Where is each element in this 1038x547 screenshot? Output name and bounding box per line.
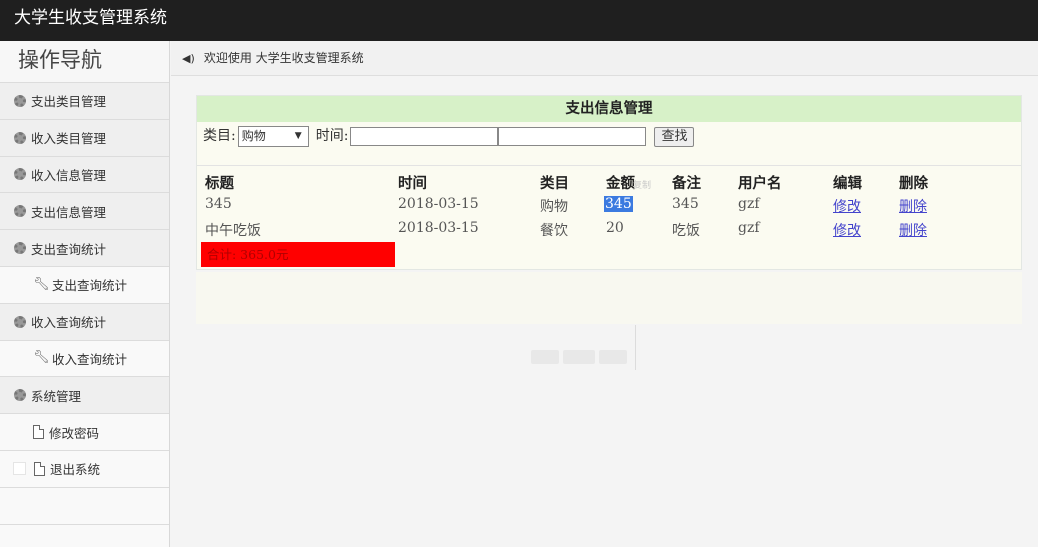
delete-link[interactable]: 删除	[899, 196, 927, 216]
sidebar-item-label: 支出信息管理	[31, 204, 107, 220]
sidebar-item-label: 退出系统	[50, 462, 101, 478]
sidebar-subitem-change-password[interactable]: 修改密码	[0, 414, 169, 451]
file-icon	[34, 461, 45, 476]
search-button[interactable]: 查找	[654, 127, 695, 147]
cell-title: 中午吃饭	[205, 223, 261, 239]
sidebar-item-label: 修改密码	[49, 425, 100, 441]
chevron-down-icon: ▼	[294, 131, 302, 141]
category-label: 类目:	[203, 128, 236, 144]
cell-note: 345	[672, 196, 699, 212]
sidebar: 操作导航 支出类目管理 收入类目管理 收入信息管理 支出信息管理 支出查询统计 …	[0, 41, 170, 547]
file-icon	[33, 425, 44, 440]
delete-link[interactable]: 删除	[899, 220, 927, 240]
header-category: 类目	[540, 175, 569, 192]
edit-link[interactable]: 修改	[833, 196, 861, 216]
header-amount: 金额	[606, 175, 635, 192]
cell-username: gzf	[738, 196, 760, 212]
end-date-input[interactable]	[498, 127, 647, 146]
sidebar-item-label: 支出查询统计	[31, 241, 107, 257]
start-date-input[interactable]	[350, 127, 499, 146]
sidebar-item-label: 支出查询统计	[52, 278, 128, 294]
gear-icon	[14, 205, 26, 218]
sidebar-subitem-logout[interactable]: 退出系统	[0, 450, 169, 488]
header-title: 标题	[205, 175, 234, 192]
category-select[interactable]: 购物 ▼	[237, 126, 309, 147]
checkbox-ghost	[13, 462, 26, 476]
sidebar-item-label: 收入类目管理	[31, 131, 107, 147]
header-time: 时间	[398, 175, 427, 192]
total-summary: 合计: 365.0元	[201, 242, 395, 267]
sidebar-item-label: 收入查询统计	[31, 315, 107, 331]
cell-username: gzf	[738, 220, 760, 236]
cell-category: 购物	[540, 199, 568, 215]
sidebar-item-label: 系统管理	[31, 388, 82, 404]
sidebar-ghost-item	[0, 524, 169, 547]
sidebar-item-income-info[interactable]: 收入信息管理	[0, 156, 169, 194]
ghost-divider	[635, 325, 636, 370]
wrench-icon: 🔧︎	[33, 350, 50, 366]
copy-tooltip-ghost: 复制	[633, 181, 652, 191]
cell-time: 2018-03-15	[398, 196, 479, 212]
header-username: 用户名	[738, 175, 782, 192]
sidebar-item-label: 收入查询统计	[52, 351, 128, 367]
expense-panel: 支出信息管理 类目: 购物 ▼ 时间: 查找 标题 时间 类目 金额 备注 用户…	[196, 95, 1022, 270]
gear-icon	[14, 94, 26, 107]
sidebar-item-system[interactable]: 系统管理	[0, 377, 169, 415]
welcome-text: 欢迎使用 大学生收支管理系统	[203, 51, 364, 65]
sidebar-item-income-stats[interactable]: 收入查询统计	[0, 303, 169, 341]
edit-link[interactable]: 修改	[833, 220, 861, 240]
app-title: 大学生收支管理系统	[14, 8, 167, 28]
gear-icon	[14, 389, 26, 402]
cell-time: 2018-03-15	[398, 220, 479, 236]
gear-icon	[14, 242, 26, 255]
sidebar-item-label: 收入信息管理	[31, 167, 107, 183]
gear-icon	[14, 315, 26, 328]
cell-note: 吃饭	[672, 223, 700, 239]
cell-title: 345	[205, 196, 232, 212]
cell-category: 餐饮	[540, 223, 568, 239]
ghost-button	[563, 350, 595, 364]
category-select-value: 购物	[241, 129, 266, 143]
sidebar-title: 操作导航	[0, 41, 169, 83]
sidebar-item-expense-category[interactable]: 支出类目管理	[0, 83, 169, 120]
ghost-button	[531, 350, 559, 364]
sidebar-item-expense-info[interactable]: 支出信息管理	[0, 193, 169, 231]
wrench-icon: 🔧︎	[33, 276, 50, 292]
sidebar-subitem-income-stats[interactable]: 🔧︎ 收入查询统计	[0, 340, 169, 378]
gear-icon	[14, 131, 26, 144]
gear-icon	[14, 168, 26, 181]
speaker-icon: ◀︎)	[182, 52, 195, 65]
sidebar-item-income-category[interactable]: 收入类目管理	[0, 119, 169, 157]
cell-amount-selected: 345	[604, 196, 633, 212]
ghost-strip	[196, 272, 1022, 324]
sidebar-item-expense-stats[interactable]: 支出查询统计	[0, 230, 169, 267]
filter-bar: 类目: 购物 ▼ 时间: 查找	[197, 122, 1021, 166]
sidebar-ghost-item	[0, 487, 169, 525]
sidebar-subitem-expense-stats[interactable]: 🔧︎ 支出查询统计	[0, 266, 169, 304]
header-delete: 删除	[899, 175, 928, 192]
time-label: 时间:	[315, 128, 349, 144]
header-note: 备注	[672, 175, 701, 192]
app-title-bar: 大学生收支管理系统	[0, 0, 1038, 41]
ghost-button	[599, 350, 627, 364]
header-edit: 编辑	[833, 175, 862, 192]
welcome-bar: ◀︎) 欢迎使用 大学生收支管理系统	[171, 41, 1038, 76]
panel-title: 支出信息管理	[197, 96, 1021, 122]
cell-amount: 20	[606, 220, 624, 236]
sidebar-item-label: 支出类目管理	[31, 94, 107, 110]
